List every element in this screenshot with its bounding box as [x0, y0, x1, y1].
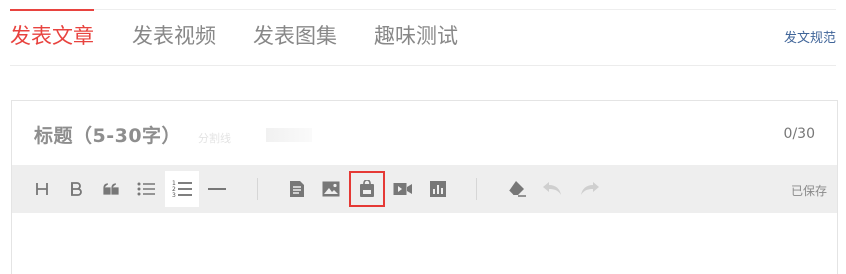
bold-button[interactable]: [61, 175, 91, 203]
title-row: 标题（5-30字） 分割线 0/30: [12, 101, 837, 165]
publishing-rules-link[interactable]: 发文规范: [784, 27, 836, 46]
insert-video-button[interactable]: [388, 175, 418, 203]
heading-button[interactable]: [27, 175, 57, 203]
save-status: 已保存: [790, 184, 827, 198]
tab-publish-gallery[interactable]: 发表图集: [253, 22, 337, 50]
insert-image-button[interactable]: [316, 175, 346, 203]
redo-button[interactable]: [574, 175, 604, 203]
tab-publish-article[interactable]: 发表文章: [10, 9, 94, 50]
bullet-list-button[interactable]: [131, 175, 161, 203]
insert-chart-button[interactable]: [423, 175, 453, 203]
divider-button[interactable]: [202, 175, 232, 203]
document-button[interactable]: [282, 175, 312, 203]
faint-hint-bar: [266, 128, 312, 142]
top-divider: [10, 9, 836, 10]
numbered-list-button[interactable]: 123: [165, 171, 199, 207]
svg-text:3: 3: [172, 192, 176, 199]
title-char-counter: 0/30: [783, 126, 815, 142]
formatting-toolbar: 123 已保存: [12, 165, 837, 213]
eraser-icon: [507, 180, 527, 198]
bold-icon: [69, 181, 83, 197]
article-body-editor[interactable]: [12, 213, 837, 274]
clear-format-button[interactable]: [502, 175, 532, 203]
document-icon: [289, 180, 305, 198]
publish-tabs: 发表文章 发表视频 发表图集 趣味测试 发文规范: [10, 0, 836, 66]
insert-product-button[interactable]: [349, 171, 385, 207]
chart-icon: [430, 181, 446, 197]
toolbar-separator: [257, 178, 258, 200]
video-icon: [393, 182, 413, 196]
quote-button[interactable]: [96, 175, 126, 203]
image-icon: [322, 181, 340, 197]
numbered-list-icon: 123: [172, 179, 192, 199]
quote-icon: [103, 183, 119, 195]
divider-icon: [208, 187, 226, 191]
undo-button[interactable]: [538, 175, 568, 203]
article-editor: 标题（5-30字） 分割线 0/30 1 2 3 已保存: [11, 100, 838, 274]
faint-hint-text: 分割线: [198, 132, 231, 145]
bag-icon: [359, 180, 375, 198]
title-input[interactable]: 标题（5-30字）: [34, 121, 181, 148]
bullet-list-icon: [137, 181, 155, 197]
heading-icon: [34, 181, 50, 197]
undo-icon: [543, 182, 563, 196]
tab-publish-video[interactable]: 发表视频: [132, 22, 216, 50]
redo-icon: [579, 182, 599, 196]
tab-fun-quiz[interactable]: 趣味测试: [374, 22, 458, 50]
toolbar-separator: [476, 178, 477, 200]
